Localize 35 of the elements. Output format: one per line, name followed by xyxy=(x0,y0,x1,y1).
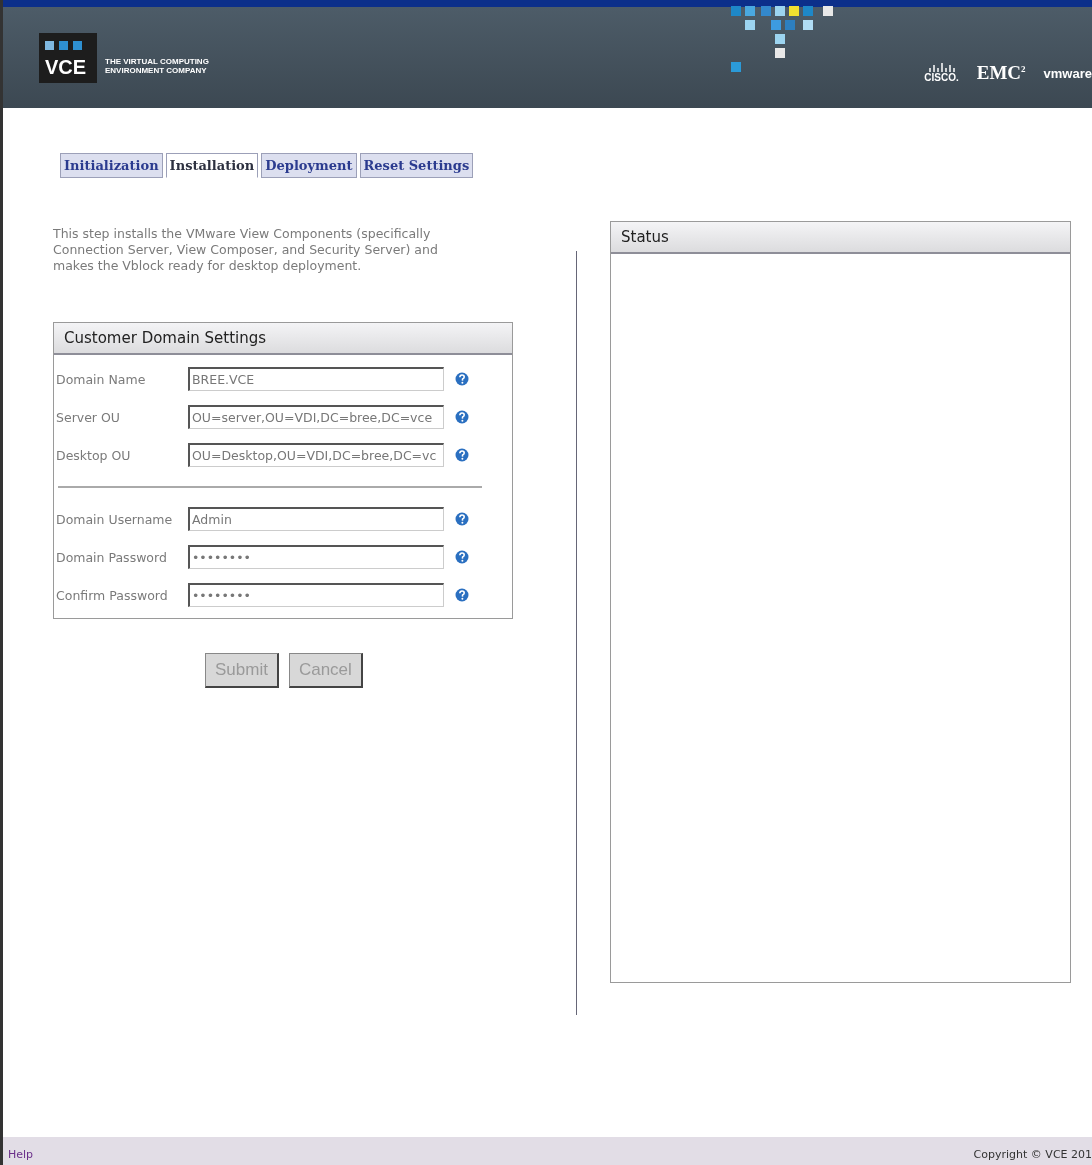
bars-icon xyxy=(928,63,955,72)
input-field[interactable]: OU=server,OU=VDI,DC=bree,DC=vce xyxy=(188,405,444,429)
squares-icon xyxy=(45,41,85,51)
field-label: Domain Name xyxy=(56,371,147,387)
help-link[interactable]: Help xyxy=(8,1147,34,1161)
description-text: This step installs the VMware View Components (specifically Connection Server, View Composer, and Security Server) and makes the Vblock ready for desktop deployment. xyxy=(53,226,439,274)
field-label: Desktop OU xyxy=(56,447,132,463)
help-icon[interactable] xyxy=(455,372,469,386)
input-field[interactable]: •••••••• xyxy=(188,583,444,607)
tab[interactable]: Reset Settings xyxy=(359,153,474,178)
logo-tagline: ENVIRONMENT COMPANY xyxy=(105,66,208,75)
tab[interactable]: Initialization xyxy=(60,153,163,178)
tab[interactable]: Installation xyxy=(165,153,259,178)
help-icon[interactable] xyxy=(455,448,469,462)
tab[interactable]: Deployment xyxy=(261,153,357,178)
partner-logo: EMC$^{2}$ xyxy=(976,62,1026,84)
panel-header: Status xyxy=(611,222,1070,254)
help-icon[interactable] xyxy=(455,410,469,424)
input-field[interactable]: BREE.VCE xyxy=(188,367,444,391)
help-icon[interactable] xyxy=(455,588,469,602)
field-label: Server OU xyxy=(56,409,121,425)
partner-logo: CISCO. xyxy=(924,72,959,83)
input-field[interactable]: OU=Desktop,OU=VDI,DC=bree,DC=vc xyxy=(188,443,444,467)
copyright-text: Copyright © VCE 201 xyxy=(973,1147,1092,1161)
logo-tagline: THE VIRTUAL COMPUTING xyxy=(105,57,209,66)
help-icon[interactable] xyxy=(455,512,469,526)
field-label: Domain Username xyxy=(56,511,174,527)
partner-logo: vmware xyxy=(1043,65,1092,81)
input-field[interactable]: Admin xyxy=(188,507,444,531)
panel-header: Customer Domain Settings xyxy=(54,323,512,355)
logo-text: VCE xyxy=(45,57,88,77)
help-icon[interactable] xyxy=(455,550,469,564)
field-label: Confirm Password xyxy=(56,587,169,603)
field-label: Domain Password xyxy=(56,549,168,565)
input-field[interactable]: •••••••• xyxy=(188,545,444,569)
